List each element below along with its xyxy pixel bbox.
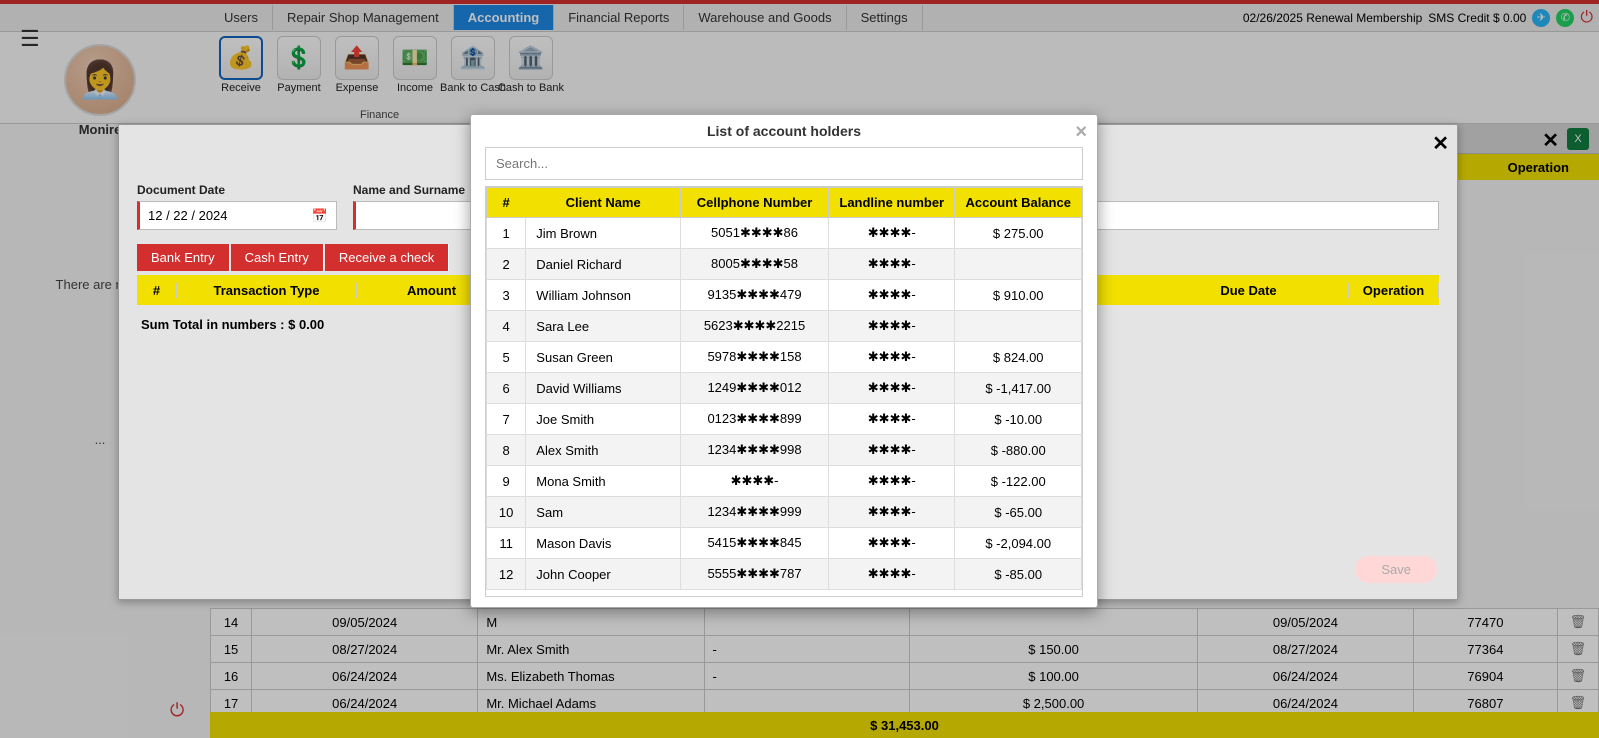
- expense-icon: 📤: [335, 36, 379, 80]
- tool-expense[interactable]: 📤Expense: [328, 36, 386, 94]
- account-row[interactable]: 1Jim Brown5051✱✱✱✱86✱✱✱✱-$ 275.00: [487, 218, 1082, 249]
- bank to cash-icon: 🏦: [451, 36, 495, 80]
- account-row[interactable]: 12John Cooper5555✱✱✱✱787✱✱✱✱-$ -85.00: [487, 559, 1082, 590]
- close-bg-icon[interactable]: ✕: [1542, 128, 1559, 153]
- trash-icon[interactable]: 🗑: [1570, 695, 1587, 710]
- col-name: Client Name: [526, 188, 681, 218]
- name-label: Name and Surname: [353, 183, 473, 197]
- tool-receive[interactable]: 💰Receive: [212, 36, 270, 94]
- search-input[interactable]: [485, 147, 1083, 180]
- account-row[interactable]: 7Joe Smith0123✱✱✱✱899✱✱✱✱-$ -10.00: [487, 404, 1082, 435]
- avatar[interactable]: 👩‍💼: [64, 44, 136, 116]
- name-input[interactable]: [353, 201, 473, 230]
- trash-icon[interactable]: 🗑: [1570, 614, 1587, 629]
- nav-tab-accounting[interactable]: Accounting: [454, 5, 555, 30]
- payment-icon: 💲: [277, 36, 321, 80]
- col-cell: Cellphone Number: [681, 188, 829, 218]
- power-icon[interactable]: ⏻: [170, 700, 184, 721]
- account-holders-modal: List of account holders × # Client Name …: [470, 114, 1098, 608]
- tool-cash-to-bank[interactable]: 🏛️Cash to Bank: [502, 36, 560, 94]
- tool-income[interactable]: 💵Income: [386, 36, 444, 94]
- nav-tab-financial-reports[interactable]: Financial Reports: [554, 5, 684, 30]
- account-row[interactable]: 4Sara Lee5623✱✱✱✱2215✱✱✱✱-: [487, 311, 1082, 342]
- sms-credit: SMS Credit $ 0.00: [1428, 11, 1526, 25]
- bank-entry-button[interactable]: Bank Entry: [137, 244, 230, 271]
- account-row[interactable]: 2Daniel Richard8005✱✱✱✱58✱✱✱✱-: [487, 249, 1082, 280]
- account-row[interactable]: 5Susan Green5978✱✱✱✱158✱✱✱✱-$ 824.00: [487, 342, 1082, 373]
- save-button[interactable]: Save: [1355, 556, 1437, 583]
- renewal-text: 02/26/2025 Renewal Membership: [1243, 11, 1422, 25]
- income-icon: 💵: [393, 36, 437, 80]
- doc-date-input[interactable]: 12 / 22 / 2024 📅: [137, 201, 337, 230]
- nav-tab-users[interactable]: Users: [210, 5, 273, 30]
- bg-row[interactable]: 1606/24/2024Ms. Elizabeth Thomas-$ 100.0…: [211, 663, 1599, 690]
- bg-row[interactable]: 1508/27/2024Mr. Alex Smith-$ 150.0008/27…: [211, 636, 1599, 663]
- modal-title: List of account holders: [707, 123, 861, 139]
- tool-payment[interactable]: 💲Payment: [270, 36, 328, 94]
- nav-tab-warehouse-and-goods[interactable]: Warehouse and Goods: [684, 5, 846, 30]
- bg-operation-header: Operation: [1508, 160, 1569, 175]
- whatsapp-icon[interactable]: ✆: [1556, 9, 1574, 27]
- bg-row[interactable]: 1409/05/2024M09/05/202477470🗑: [211, 609, 1599, 636]
- tool-bank-to-cash[interactable]: 🏦Bank to Cash: [444, 36, 502, 94]
- account-holders-table: # Client Name Cellphone Number Landline …: [486, 187, 1082, 590]
- calendar-icon[interactable]: 📅: [312, 208, 328, 224]
- col-bal: Account Balance: [955, 188, 1082, 218]
- nav-tab-repair-shop-management[interactable]: Repair Shop Management: [273, 5, 454, 30]
- col-land: Landline number: [829, 188, 955, 218]
- background-table: 1409/05/2024M09/05/202477470🗑1508/27/202…: [210, 608, 1599, 717]
- hamburger-icon[interactable]: ☰: [20, 26, 40, 52]
- cash-entry-button[interactable]: Cash Entry: [231, 244, 324, 271]
- background-sum: $ 31,453.00: [210, 712, 1599, 738]
- telegram-icon[interactable]: ✈: [1532, 9, 1550, 27]
- toolbar-group-label: Finance: [360, 109, 399, 121]
- account-row[interactable]: 3William Johnson9135✱✱✱✱479✱✱✱✱-$ 910.00: [487, 280, 1082, 311]
- trash-icon[interactable]: 🗑: [1570, 641, 1587, 656]
- account-row[interactable]: 10Sam1234✱✱✱✱999✱✱✱✱-$ -65.00: [487, 497, 1082, 528]
- entry-close-icon[interactable]: ✕: [1432, 131, 1449, 156]
- receive-icon: 💰: [219, 36, 263, 80]
- account-row[interactable]: 6David Williams1249✱✱✱✱012✱✱✱✱-$ -1,417.…: [487, 373, 1082, 404]
- account-row[interactable]: 11Mason Davis5415✱✱✱✱845✱✱✱✱-$ -2,094.00: [487, 528, 1082, 559]
- account-row[interactable]: 9Mona Smith✱✱✱✱-✱✱✱✱-$ -122.00: [487, 466, 1082, 497]
- col-num: #: [487, 188, 526, 218]
- power-top-icon[interactable]: ⏻: [1580, 9, 1593, 27]
- main-nav: UsersRepair Shop ManagementAccountingFin…: [0, 4, 1599, 32]
- account-row[interactable]: 8Alex Smith1234✱✱✱✱998✱✱✱✱-$ -880.00: [487, 435, 1082, 466]
- trash-icon[interactable]: 🗑: [1570, 668, 1587, 683]
- left-message2: ...: [85, 432, 116, 447]
- cash to bank-icon: 🏛️: [509, 36, 553, 80]
- excel-export-icon[interactable]: X: [1567, 128, 1589, 150]
- nav-tab-settings[interactable]: Settings: [847, 5, 923, 30]
- modal-close-icon[interactable]: ×: [1075, 121, 1087, 144]
- toolbar: 💰Receive💲Payment📤Expense💵Income🏦Bank to …: [0, 32, 1599, 124]
- receive-a-check-button[interactable]: Receive a check: [325, 244, 449, 271]
- username: Monire: [79, 122, 122, 137]
- doc-date-label: Document Date: [137, 183, 337, 197]
